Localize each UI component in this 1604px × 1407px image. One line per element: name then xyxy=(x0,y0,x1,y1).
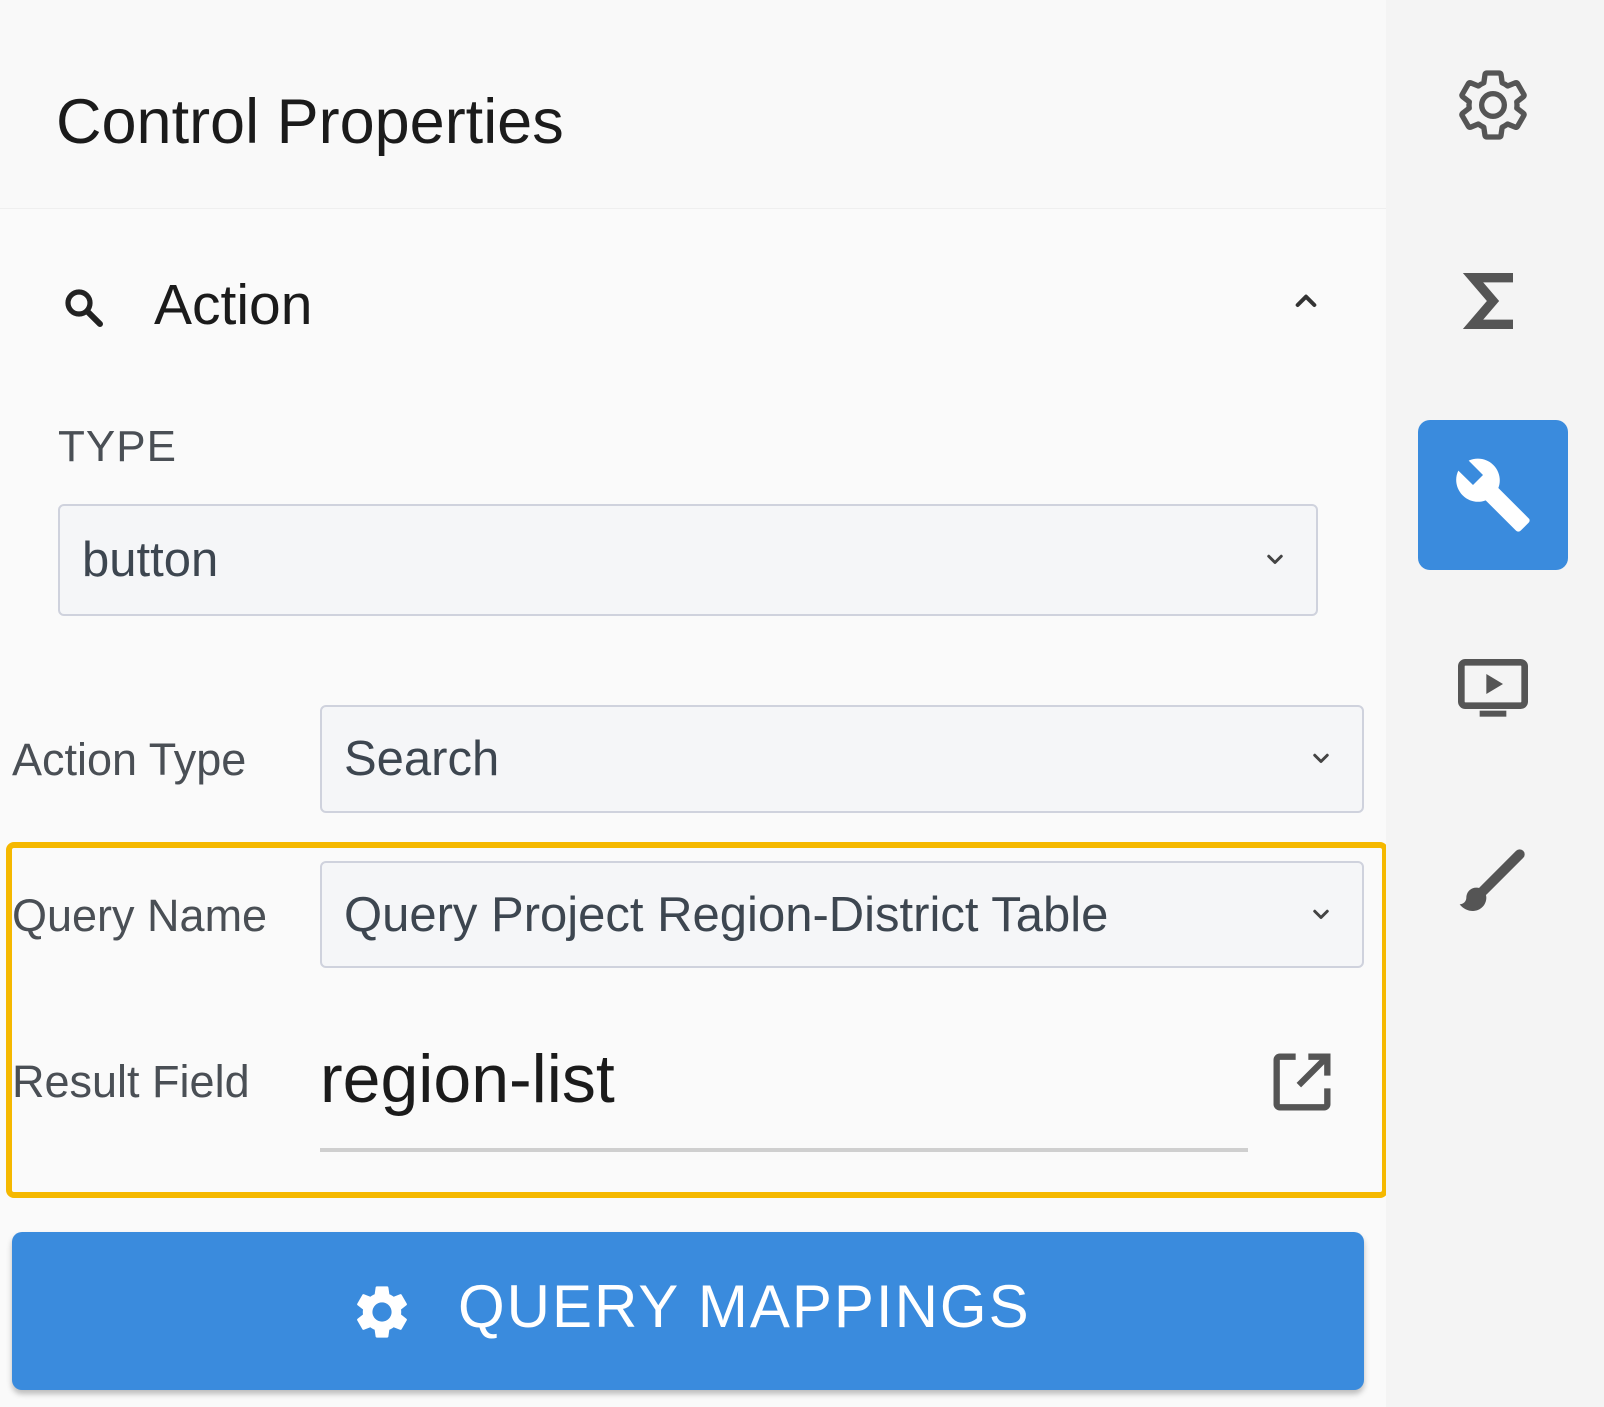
query-name-select[interactable]: Query Project Region-District Table xyxy=(320,861,1364,968)
rail-style-button[interactable] xyxy=(1418,806,1568,956)
rail-sigma-button[interactable] xyxy=(1418,226,1568,376)
chevron-down-icon xyxy=(1313,753,1329,763)
properties-rail xyxy=(1386,0,1604,1407)
brush-icon xyxy=(1459,849,1525,911)
gear-outline-icon xyxy=(1459,70,1527,140)
query-mappings-label: QUERY MAPPINGS xyxy=(458,1273,1031,1340)
gear-icon xyxy=(357,1286,407,1338)
action-section-header[interactable]: Action xyxy=(56,272,1326,352)
panel-header: Control Properties xyxy=(0,0,1386,209)
action-type-label: Action Type xyxy=(12,734,247,785)
type-label: TYPE xyxy=(58,422,177,471)
rail-settings-button[interactable] xyxy=(1418,30,1568,180)
wrench-icon xyxy=(1456,458,1530,532)
play-screen-icon xyxy=(1458,659,1528,717)
query-mappings-button[interactable]: QUERY MAPPINGS xyxy=(12,1232,1364,1390)
action-type-value: Search xyxy=(344,732,500,786)
section-title: Action xyxy=(154,273,313,337)
type-select[interactable]: button xyxy=(58,504,1318,616)
sigma-icon xyxy=(1462,273,1513,329)
query-name-value: Query Project Region-District Table xyxy=(344,887,1109,942)
result-field-label: Result Field xyxy=(12,1056,250,1107)
chevron-down-icon xyxy=(1267,554,1283,564)
chevron-up-icon[interactable] xyxy=(1286,280,1326,320)
type-select-value: button xyxy=(82,533,219,587)
chevron-down-icon xyxy=(1313,909,1329,919)
rail-wrench-button[interactable] xyxy=(1418,420,1568,570)
panel-title: Control Properties xyxy=(56,87,564,157)
result-field-value: region-list xyxy=(320,1041,615,1117)
rail-preview-button[interactable] xyxy=(1418,614,1568,764)
result-field-input[interactable]: region-list xyxy=(320,1040,1248,1152)
control-properties-panel: Control Properties Action TYPE button Ac… xyxy=(0,0,1388,1407)
search-icon xyxy=(65,289,103,327)
action-type-select[interactable]: Search xyxy=(320,705,1364,813)
open-in-new-icon[interactable] xyxy=(1264,1044,1340,1120)
query-name-label: Query Name xyxy=(12,890,268,941)
